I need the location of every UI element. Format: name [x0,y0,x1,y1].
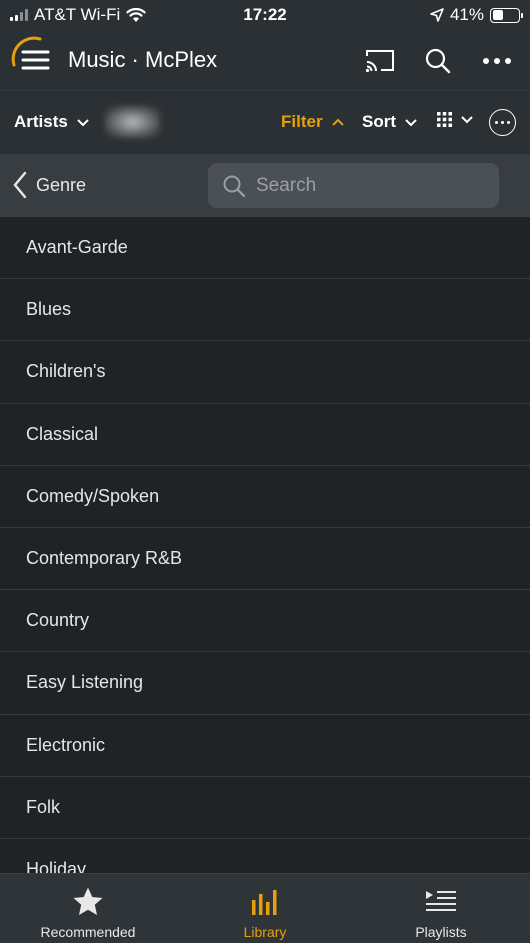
search-button[interactable] [420,43,456,79]
list-item-label: Holiday [26,858,87,873]
more-button[interactable] [479,43,515,79]
list-item[interactable]: Blues [0,279,530,342]
list-item-label: Electronic [26,734,106,755]
filter-label: Filter [281,112,323,131]
battery-percent: 41% [449,5,484,24]
app-header: Music · McPlex [0,30,530,90]
library-bars-icon [252,890,277,915]
list-item-label: Country [26,610,90,631]
section-label: Artists [14,112,68,131]
view-type-button[interactable] [437,112,474,127]
search-icon [425,48,451,74]
search-icon [223,175,246,197]
star-icon [73,887,103,915]
signal-icon [10,9,28,21]
grid-icon [437,112,452,127]
toolbar-more-button[interactable] [489,109,516,136]
chevron-down-icon [77,118,89,126]
cast-button[interactable] [362,43,398,79]
wifi-icon [126,7,146,22]
battery-icon [490,7,523,23]
list-item[interactable]: Electronic [0,715,530,777]
cast-icon [365,50,394,73]
list-item[interactable]: Easy Listening [0,652,530,715]
sort-button[interactable]: Sort [362,112,418,132]
filter-bar: Genre [0,154,530,217]
list-item[interactable]: Holiday [0,839,530,873]
list-item-label: Easy Listening [26,672,144,693]
tab-label: Recommended [40,924,136,940]
list-item[interactable]: Folk [0,777,530,839]
list-item[interactable]: Classical [0,404,530,466]
menu-icon [11,36,50,70]
list-item-label: Folk [26,796,61,817]
server-selector-blurred[interactable] [105,106,160,138]
chevron-left-icon [13,171,27,199]
tab-recommended[interactable]: Recommended [0,874,176,943]
list-item-label: Children's [26,361,106,382]
status-bar: AT&T Wi-Fi 17:22 41% [0,0,530,30]
list-item-label: Blues [26,299,72,320]
list-item-label: Contemporary R&B [26,548,183,569]
chevron-down-icon [405,118,417,126]
filter-button[interactable]: Filter [281,112,345,132]
section-dropdown[interactable]: Artists [14,112,90,132]
chevron-up-icon [331,118,344,126]
menu-button[interactable] [10,35,60,85]
list-item-label: Classical [26,423,99,444]
list-item[interactable]: Avant-Garde [0,217,530,280]
library-toolbar: Artists Filter Sort [0,90,530,154]
back-button[interactable]: Genre [12,171,86,199]
back-label: Genre [36,174,87,195]
tab-library[interactable]: Library [177,874,353,943]
list-item-label: Comedy/Spoken [26,485,160,506]
tab-bar: Recommended Library Playlists [0,873,530,943]
list-item[interactable]: Comedy/Spoken [0,466,530,528]
list-item[interactable]: Contemporary R&B [0,528,530,591]
search-input[interactable] [256,174,476,197]
carrier-label: AT&T Wi-Fi [34,5,121,24]
playlist-icon [426,891,456,911]
sort-label: Sort [362,112,396,131]
page-title: Music · McPlex [68,47,218,72]
list-item[interactable]: Country [0,590,530,653]
more-horizontal-icon [483,58,511,64]
tab-label: Library [243,924,287,940]
more-dot [507,121,510,124]
list-item-label: Avant-Garde [26,237,128,258]
tab-label: Playlists [415,924,467,940]
location-arrow-icon [430,8,444,22]
tab-playlists[interactable]: Playlists [353,874,529,943]
more-dot [501,121,504,124]
genre-list: Avant-Garde Blues Children's Classical C… [0,217,530,873]
list-item[interactable]: Children's [0,341,530,404]
chevron-down-icon [461,116,473,124]
more-dot [495,121,498,124]
search-field[interactable] [208,163,499,208]
